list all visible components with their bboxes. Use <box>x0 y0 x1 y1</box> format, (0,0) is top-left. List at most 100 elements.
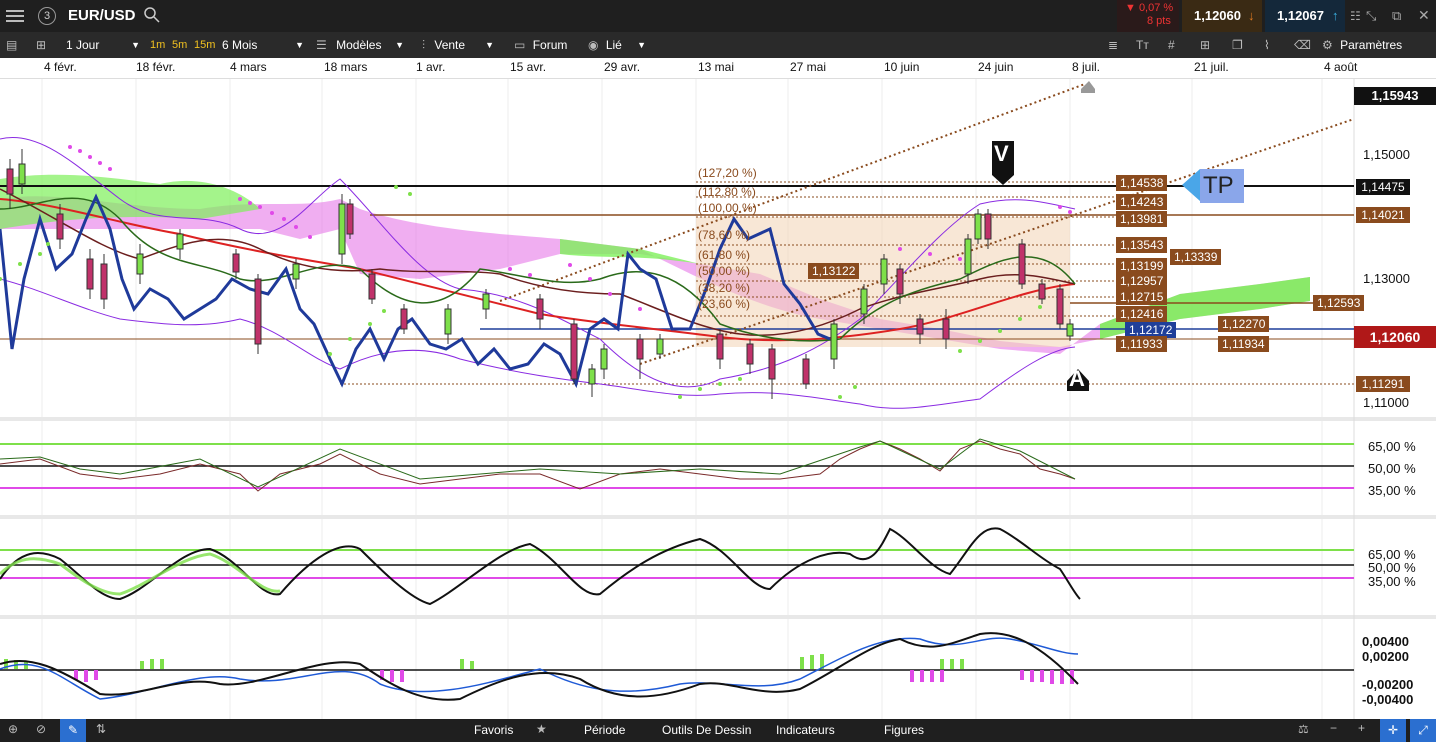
crosshair-icon[interactable]: # <box>1168 32 1175 58</box>
date-label: 18 mars <box>324 60 368 74</box>
figures-button[interactable]: Figures <box>884 723 924 737</box>
change-points: 8 pts <box>1147 15 1171 27</box>
quick-1m-button[interactable]: 1m <box>150 32 165 58</box>
osc1-label-65: 65,00 % <box>1368 439 1416 454</box>
interval-select[interactable]: 1 Jour ▼ <box>60 32 140 58</box>
collapse-icon[interactable]: ⤡ <box>1366 8 1376 24</box>
fib-price-box[interactable]: 1,12957 <box>1116 273 1168 289</box>
cursor-cross-icon[interactable]: ✛ <box>1380 719 1406 742</box>
chevron-down-icon: ▼ <box>131 40 140 50</box>
upper-level-label: 1,14021 <box>1356 207 1410 223</box>
up-arrow-icon: ↑ <box>1332 8 1339 23</box>
copy-icon[interactable]: ❐ <box>1232 32 1243 58</box>
fib-price-box[interactable]: 1,13199 <box>1116 258 1168 274</box>
block-icon[interactable]: ⊘ <box>36 722 46 736</box>
layout-count-badge[interactable]: 3 <box>38 7 56 25</box>
drawing-tools-button[interactable]: Outils De Dessin <box>662 723 751 737</box>
layout-icon[interactable]: ⊞ <box>36 32 46 58</box>
expand-icon[interactable]: ⤢ <box>1410 719 1436 742</box>
price-top-label: 1,15943 <box>1354 87 1436 105</box>
eraser-icon[interactable]: ⌫ <box>1294 32 1311 58</box>
range-select[interactable]: 6 Mois ▼ <box>220 32 304 58</box>
trade-icon: ⫶ <box>422 38 426 52</box>
fib-price-box[interactable]: 1,11933 <box>1116 336 1167 352</box>
fib-price-box[interactable]: 1,12715 <box>1116 289 1168 305</box>
table-icon[interactable]: ▤ <box>6 32 17 58</box>
bid-box[interactable]: 1,12060 ↓ <box>1182 0 1262 32</box>
grid-icon[interactable]: ☷ <box>1350 9 1361 23</box>
osc2-label-50: 50,00 % <box>1368 560 1416 575</box>
date-label: 10 juin <box>884 60 920 74</box>
date-label: 15 avr. <box>510 60 547 74</box>
down-arrow-icon: ↓ <box>1248 8 1255 23</box>
drawing-grid-icon[interactable]: ⊞ <box>1200 32 1210 58</box>
forum-label: Forum <box>532 38 568 52</box>
osc1-label-50: 50,00 % <box>1368 461 1416 476</box>
templates-icon: ☰ <box>316 38 327 52</box>
fib-label: (50,00 %) <box>698 264 751 278</box>
linked-menu[interactable]: ◉ Lié ▼ <box>588 32 646 58</box>
chevron-down-icon: ▼ <box>395 40 404 50</box>
menu-icon[interactable] <box>6 8 24 24</box>
macd-label: -0,00200 <box>1362 677 1414 692</box>
search-icon[interactable] <box>144 7 160 28</box>
scale-icon[interactable]: ⚖ <box>1298 722 1309 736</box>
date-label: 13 mai <box>698 60 735 74</box>
quick-5m-button[interactable]: 5m <box>172 32 187 58</box>
indicators-button[interactable]: Indicateurs <box>776 723 835 737</box>
symbol-name[interactable]: EUR/USD <box>68 7 136 24</box>
zoom-in-icon[interactable]: + <box>1358 721 1365 735</box>
settings-button[interactable]: ⚙ Paramètres <box>1322 32 1402 58</box>
quick-15m-button[interactable]: 15m <box>194 32 215 58</box>
star-icon[interactable]: ★ <box>536 722 547 736</box>
level-price-box[interactable]: 1,12593 <box>1313 295 1365 311</box>
swap-icon[interactable]: ⇅ <box>96 722 106 736</box>
fib-price-box[interactable]: 1,13981 <box>1116 211 1168 227</box>
chevron-down-icon: ▼ <box>485 40 494 50</box>
date-label: 8 juil. <box>1072 60 1101 74</box>
level-price-box[interactable]: 1,11934 <box>1218 336 1269 352</box>
bid-price: 1,12060 <box>1194 8 1241 23</box>
marker-v: V <box>994 141 1009 166</box>
list-icon[interactable]: ≣ <box>1108 32 1118 58</box>
date-label: 4 août <box>1324 60 1358 74</box>
chart-area[interactable]: (127,20 %) (112,80 %) (100,00 %) (78,60 … <box>0 79 1436 719</box>
zoom-out-icon[interactable]: − <box>1330 721 1337 735</box>
fib-price-box[interactable]: 1,14243 <box>1116 194 1168 210</box>
settings-label: Paramètres <box>1340 38 1403 52</box>
text-size-icon[interactable]: Tт <box>1136 32 1149 58</box>
marker-a: A <box>1069 366 1085 391</box>
fib-price-box[interactable]: 1,12416 <box>1116 306 1168 322</box>
level-price-box[interactable]: 1,13339 <box>1170 249 1222 265</box>
close-icon[interactable]: ✕ <box>1418 7 1430 24</box>
indicator-icon[interactable]: ⌇ <box>1264 32 1270 58</box>
date-label: 4 mars <box>230 60 267 74</box>
crosshair-tool-icon[interactable]: ⊕ <box>8 722 18 736</box>
current-price-label: 1,12060 <box>1354 326 1436 348</box>
level-price-box[interactable]: 1,12270 <box>1218 316 1270 332</box>
fib-label: (112,80 %) <box>698 185 756 199</box>
sell-menu[interactable]: ⫶ Vente ▼ <box>422 32 494 58</box>
osc2-label-35: 35,00 % <box>1368 574 1416 589</box>
models-menu[interactable]: ☰ Modèles ▼ <box>316 32 404 58</box>
period-button[interactable]: Période <box>584 723 625 737</box>
popout-icon[interactable]: ⧉ <box>1392 8 1401 24</box>
linked-label: Lié <box>605 38 622 52</box>
tp-label[interactable]: TP <box>1203 172 1234 200</box>
fib-price-box[interactable]: 1,13543 <box>1116 237 1168 253</box>
pencil-icon[interactable]: ✎ <box>60 719 86 742</box>
favorites-button[interactable]: Favoris <box>474 723 513 737</box>
date-label: 27 mai <box>790 60 827 74</box>
ask-box[interactable]: 1,12067 ↑ <box>1265 0 1345 32</box>
ask-price: 1,12067 <box>1277 8 1324 23</box>
chevron-down-icon: ▼ <box>295 40 304 50</box>
fib-price-box[interactable]: 1,14538 <box>1116 175 1168 191</box>
top-bar: 3 EUR/USD ▼ 0,07 % 8 pts 1,12060 ↓ 1,120… <box>0 0 1436 32</box>
forum-button[interactable]: ▭ Forum <box>514 32 567 58</box>
gear-icon: ⚙ <box>1322 38 1333 52</box>
macd-label: 0,00400 <box>1362 634 1409 649</box>
osc1-label-35: 35,00 % <box>1368 483 1416 498</box>
fib-label: (100,00 %) <box>698 201 757 215</box>
fib-price-box[interactable]: 1,13122 <box>808 263 860 279</box>
low-level-label: 1,11291 <box>1356 376 1410 392</box>
